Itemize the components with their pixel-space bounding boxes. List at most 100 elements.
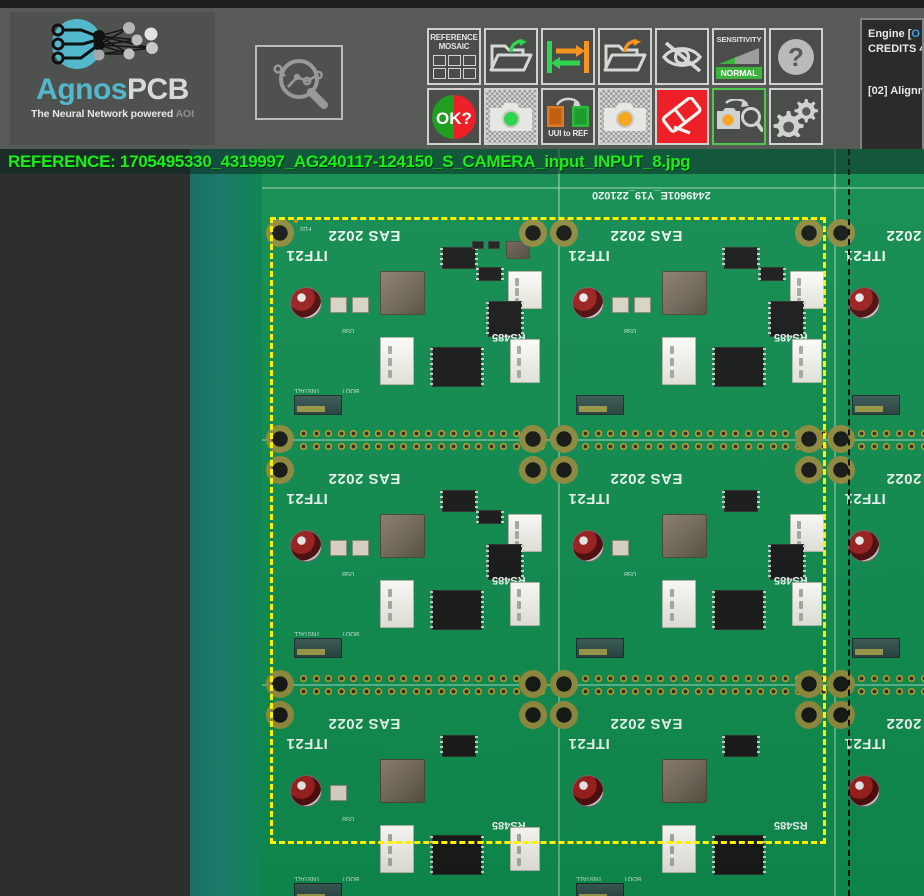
silkscreen-part-number: ITF21 (844, 735, 886, 752)
mounting-hole (266, 670, 294, 698)
brand-name: AgnosPCB (36, 75, 189, 105)
electrolytic-capacitor (572, 530, 604, 562)
mounting-hole (827, 219, 855, 247)
boot-programming-window (852, 395, 900, 415)
through-hole-row (582, 430, 827, 437)
silkscreen-part-number: ITF21 (844, 490, 886, 507)
silkscreen-series: EAS 2022 (886, 715, 924, 732)
mounting-hole (266, 425, 294, 453)
silkscreen-usb-label: USB (342, 570, 354, 576)
mounting-hole (550, 425, 578, 453)
mounting-hole (827, 425, 855, 453)
mounting-hole (519, 219, 547, 247)
folder-open-green-arrow-icon (489, 38, 533, 76)
engine-status-accent: O (911, 28, 920, 40)
toolbar-row-secondary: OK? UUI to REF (427, 88, 823, 145)
silkscreen-series: EAS 2022 (610, 715, 682, 732)
smd-capacitor (612, 297, 629, 313)
reference-mosaic-label: REFERENCEMOSAIC (430, 34, 478, 51)
electrolytic-capacitor (290, 775, 322, 807)
through-hole-row (858, 688, 924, 695)
sensitivity-wedge-icon (718, 46, 760, 65)
silkscreen-part-number: ITF21 (286, 247, 328, 264)
silkscreen-part-number: ITF21 (286, 735, 328, 752)
board-cell: ITF21 EAS 2022 USB RS485 (276, 452, 552, 695)
silkscreen-part-number: ITF21 (568, 247, 610, 264)
question-mark-icon: ? (776, 37, 816, 77)
silkscreen-install-label: TNSTALL (294, 630, 320, 636)
mounting-hole (519, 456, 547, 484)
through-hole-row (300, 430, 545, 437)
silkscreen-series: EAS 2022 (610, 227, 682, 244)
smd-capacitor (330, 785, 347, 801)
sensitivity-button[interactable]: SENSITIVITY NORMAL (712, 28, 766, 85)
connector-usb (662, 825, 696, 873)
uui-to-ref-button[interactable]: UUI to REF (541, 88, 595, 145)
camera-search-icon (715, 99, 763, 135)
mounting-hole (550, 219, 578, 247)
mounting-hole (519, 670, 547, 698)
silkscreen-boot-label: BOOT (624, 875, 641, 881)
capture-reference-button[interactable] (484, 88, 538, 145)
board-preview-tile[interactable] (255, 45, 343, 120)
open-inspection-folder-button[interactable] (598, 28, 652, 85)
mounting-hole (519, 701, 547, 729)
board-transfer-icon (544, 96, 592, 128)
silkscreen-install-label: TNSTALL (294, 387, 320, 393)
reference-mosaic-button[interactable]: REFERENCEMOSAIC (427, 28, 481, 85)
panel-rail-edge (190, 149, 268, 896)
mounting-hole (795, 701, 823, 729)
soic-ic-u1 (442, 490, 476, 512)
soic-ic-u1 (442, 247, 476, 269)
board-cell: ITF21 EAS 2022 USB RS485 (558, 452, 834, 695)
settings-button[interactable] (769, 88, 823, 145)
help-button[interactable]: ? (769, 28, 823, 85)
capture-inspection-button[interactable] (598, 88, 652, 145)
soic-ic-u2 (714, 835, 764, 875)
uui-to-ref-label: UUI to REF (548, 129, 588, 138)
silkscreen-part-number: ITF21 (844, 247, 886, 264)
silkscreen-series: EAS 2022 (328, 227, 400, 244)
mounting-hole (266, 456, 294, 484)
panel-id-silkscreen: 2449601E_Y19_221020 (592, 189, 711, 201)
image-viewport[interactable]: 2449601E_Y19_221020 ITF21 EAS 2022 USB (0, 149, 924, 896)
silkscreen-boot-label: BOOT (342, 875, 359, 881)
silkscreen-usb-label: USB (342, 815, 354, 821)
mounting-hole (795, 425, 823, 453)
open-reference-folder-button[interactable] (484, 28, 538, 85)
silkscreen-series: EAS 2022 (886, 470, 924, 487)
toolbar-row-primary: REFERENCEMOSAIC (427, 28, 823, 85)
verdict-ok-button[interactable]: OK? (427, 88, 481, 145)
soic-ic-u1 (724, 247, 758, 269)
gears-icon (773, 97, 819, 137)
mounting-hole (795, 219, 823, 247)
soic-ic-u2 (432, 590, 482, 630)
smd-capacitor (612, 540, 629, 556)
erase-button[interactable] (655, 88, 709, 145)
brand-logo-block: AgnosPCB The Neural Network powered AOI (10, 12, 215, 145)
smd-capacitor (330, 297, 347, 313)
silkscreen-usb-label: USB (624, 327, 636, 333)
swap-compare-button[interactable] (541, 28, 595, 85)
connector-j6 (510, 339, 540, 383)
main-toolbar: AgnosPCB The Neural Network powered AOI (0, 8, 924, 149)
through-hole-row (582, 443, 827, 450)
electrolytic-capacitor (572, 287, 604, 319)
electrolytic-capacitor (572, 775, 604, 807)
status-spacer (868, 56, 922, 84)
camera-orange-icon (602, 99, 648, 135)
through-hole-row (858, 443, 924, 450)
boot-programming-window (852, 638, 900, 658)
silkscreen-boot-label: BOOT (342, 630, 359, 636)
power-inductor (662, 271, 707, 315)
sensitivity-value-badge: NORMAL (716, 67, 763, 79)
hide-overlay-button[interactable] (655, 28, 709, 85)
reference-filename-text: REFERENCE: 1705495330_4319997_AG240117-1… (8, 152, 690, 172)
smd-capacitor (352, 297, 369, 313)
inspect-zoom-button[interactable] (712, 88, 766, 145)
boot-programming-window (576, 883, 624, 896)
board-cell: ITF21 EAS 2022 USB (276, 209, 552, 452)
engine-status-line: Engine [O (868, 27, 922, 42)
connector-usb (662, 580, 696, 628)
connector-usb (380, 825, 414, 873)
